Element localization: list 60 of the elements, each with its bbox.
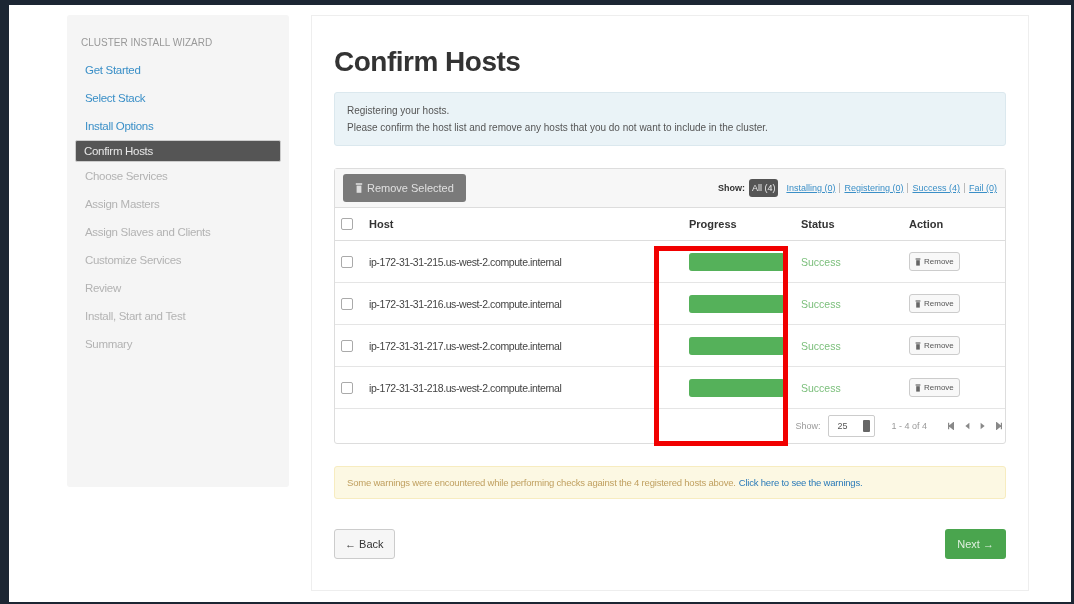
info-text: Please confirm the host list and remove any hosts that you do not want to include in the cluster. [347,121,769,135]
wizard-step[interactable]: Get Started [75,56,281,84]
warning-text: Some warnings were encountered while performing checks against the 4 registered hosts above. [347,477,736,488]
wizard-step: Install, Start and Test [75,302,281,330]
wizard-step: Review [75,274,281,302]
wizard-step: Assign Masters [75,190,281,218]
select-all-checkbox[interactable] [341,218,353,230]
host-cell: ip-172-31-31-217.us-west-2.compute.internal [363,324,683,367]
last-page-icon[interactable] [995,422,1003,430]
wizard-step: Summary [75,330,281,358]
remove-button[interactable]: Remove [909,294,960,313]
next-page-icon[interactable] [979,422,987,430]
trash-icon [355,183,363,193]
filter-link[interactable]: Success (4) [912,183,960,193]
filter-link[interactable]: Fail (0) [969,183,997,193]
wizard-step: Choose Services [75,162,281,190]
wizard-step: Assign Slaves and Clients [75,218,281,246]
host-cell: ip-172-31-31-216.us-west-2.compute.internal [363,282,683,325]
status-cell: Success [795,366,903,409]
trash-icon [915,341,921,350]
status-cell: Success [795,240,903,283]
row-checkbox[interactable] [341,297,353,310]
page-size-select[interactable]: 25 [828,415,876,437]
remove-button[interactable]: Remove [909,336,960,355]
next-button[interactable]: Next → [945,529,1006,559]
filter-link[interactable]: Installing (0) [786,183,836,193]
sidebar-heading: CLUSTER INSTALL WIZARD [81,37,214,48]
remove-button[interactable]: Remove [909,252,960,271]
wizard-step[interactable]: Select Stack [75,84,281,112]
row-checkbox[interactable] [341,255,353,268]
wizard-step[interactable]: Confirm Hosts [75,140,281,162]
trash-icon [915,383,921,392]
previous-page-icon[interactable] [963,422,971,430]
filter-link[interactable]: Registering (0) [844,183,904,193]
status-cell: Success [795,282,903,325]
row-checkbox[interactable] [341,339,353,352]
first-page-icon[interactable] [947,422,955,430]
column-header: Status [795,208,903,241]
column-header: Action [903,208,1005,241]
column-header: Host [363,208,683,241]
show-label: Show: [717,183,745,193]
page-title: Confirm Hosts [334,46,522,78]
warnings-link[interactable]: Click here to see the warnings. [738,477,863,488]
back-button[interactable]: ← Back [334,529,395,559]
wizard-step: Customize Services [75,246,281,274]
trash-icon [915,299,921,308]
status-cell: Success [795,324,903,367]
filter-link[interactable]: All (4) [748,179,779,197]
info-text: Registering your hosts. [347,104,451,118]
host-cell: ip-172-31-31-218.us-west-2.compute.internal [363,366,683,409]
trash-icon [915,257,921,266]
remove-button[interactable]: Remove [909,378,960,397]
column-header: Progress [683,208,795,241]
wizard-step[interactable]: Install Options [75,112,281,140]
row-checkbox[interactable] [341,381,353,394]
host-cell: ip-172-31-31-215.us-west-2.compute.internal [363,240,683,283]
caret-icon [863,420,871,432]
page-size-label: Show: [795,421,821,431]
remove-selected-button[interactable]: Remove Selected [343,174,466,202]
page-range: 1 - 4 of 4 [891,421,927,431]
